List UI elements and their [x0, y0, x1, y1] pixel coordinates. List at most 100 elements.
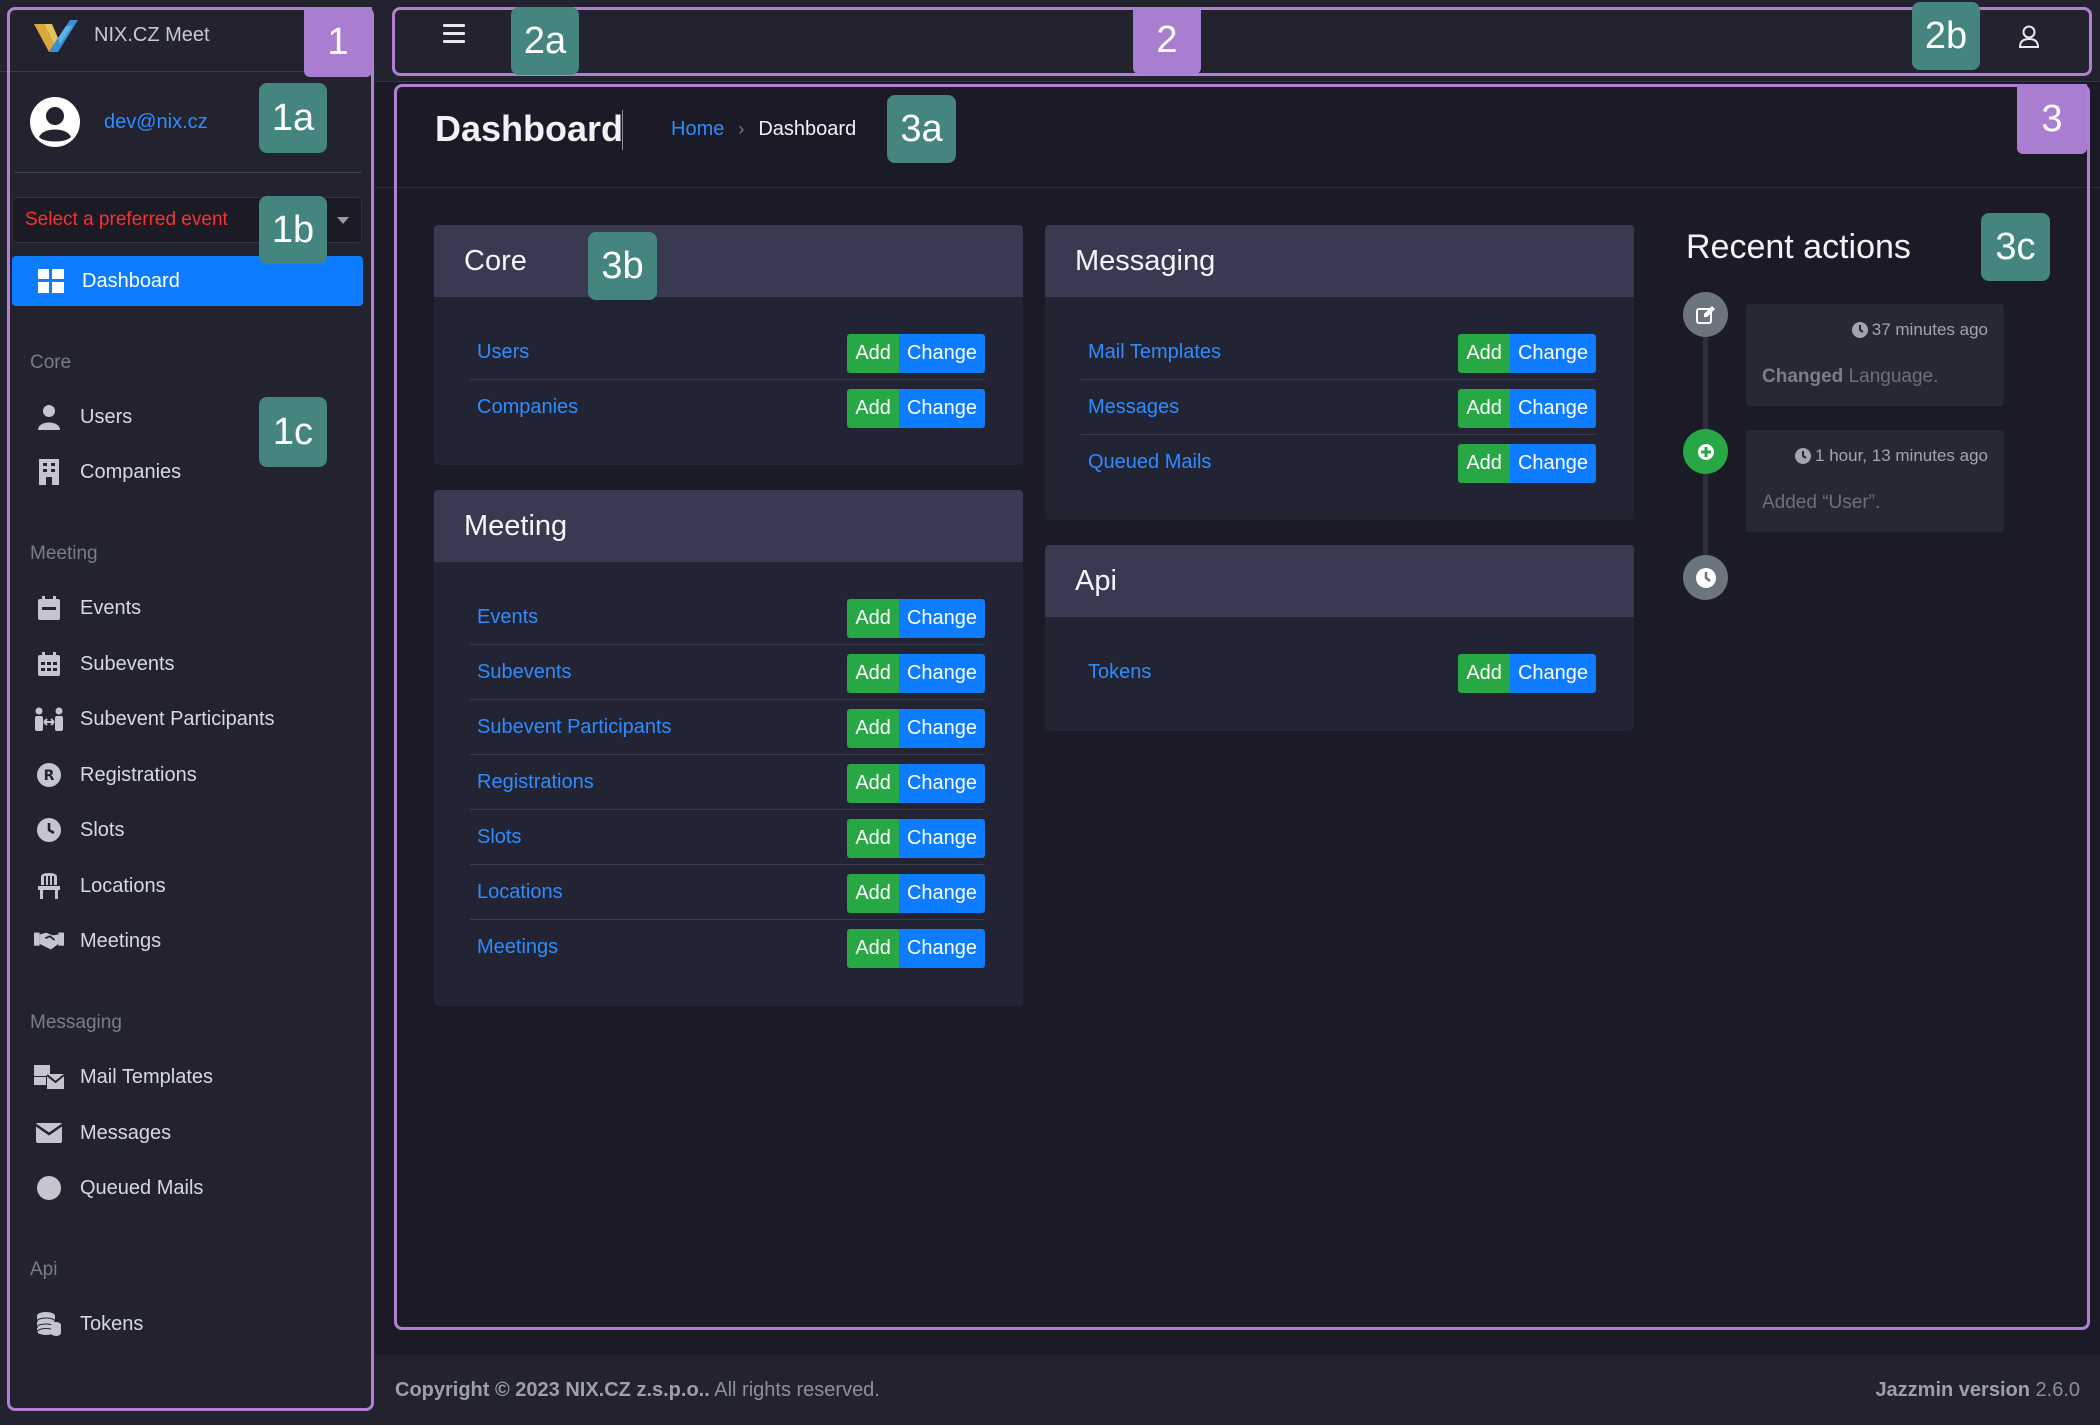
sidebar-item-slots[interactable]: Slots	[34, 810, 354, 850]
sidebar-item-label: Queued Mails	[80, 1176, 204, 1199]
add-button[interactable]: Add	[847, 819, 899, 858]
model-actions: Add Change	[1458, 654, 1596, 693]
change-button[interactable]: Change	[898, 334, 985, 373]
model-link-queued-mails[interactable]: Queued Mails	[1088, 451, 1211, 474]
breadcrumb-separator: ›	[738, 119, 745, 139]
model-link-locations[interactable]: Locations	[477, 881, 563, 904]
sidebar-item-label: Meetings	[80, 929, 162, 952]
clock-icon	[1851, 322, 1868, 338]
sidebar-item-label: Mail Templates	[80, 1065, 214, 1088]
sidebar-item-subevents[interactable]: Subevents	[34, 644, 354, 684]
annotation-tag: 2	[1133, 7, 1201, 74]
annotation-tag: 1c	[259, 397, 327, 467]
add-button[interactable]: Add	[847, 389, 899, 428]
change-button[interactable]: Change	[898, 929, 985, 968]
model-link-messages[interactable]: Messages	[1088, 396, 1179, 419]
sidebar-item-meetings[interactable]: Meetings	[34, 921, 354, 961]
add-button[interactable]: Add	[1458, 444, 1510, 483]
model-link-meetings[interactable]: Meetings	[477, 936, 558, 959]
sidebar-item-queued-mails[interactable]: Queued Mails	[34, 1168, 354, 1208]
brand-logo-icon	[34, 19, 78, 52]
sidebar-item-registrations[interactable]: R Registrations	[34, 755, 354, 795]
sidebar-header-meeting: Meeting	[30, 543, 98, 564]
sidebar-header-core: Core	[30, 352, 72, 373]
change-button[interactable]: Change	[1509, 444, 1596, 483]
change-button[interactable]: Change	[898, 764, 985, 803]
annotation-tag: 2a	[511, 7, 579, 75]
sidebar-item-label: Users	[80, 405, 133, 428]
divider	[14, 172, 362, 173]
circle-icon	[34, 1173, 64, 1203]
add-button[interactable]: Add	[1458, 654, 1510, 693]
model-actions: Add Change	[847, 334, 985, 373]
change-button[interactable]: Change	[898, 819, 985, 858]
calendar-icon	[34, 593, 64, 623]
sidebar-header-messaging: Messaging	[30, 1012, 122, 1033]
sidebar-item-locations[interactable]: Locations	[34, 866, 354, 906]
model-link-companies[interactable]: Companies	[477, 396, 578, 419]
change-button[interactable]: Change	[1509, 389, 1596, 428]
model-link-subevent-participants[interactable]: Subevent Participants	[477, 716, 672, 739]
sidebar-item-mail-templates[interactable]: Mail Templates	[34, 1057, 354, 1097]
annotation-tag: 1	[304, 7, 372, 77]
user-avatar-icon	[30, 97, 80, 147]
breadcrumb-home-link[interactable]: Home	[671, 118, 724, 141]
change-button[interactable]: Change	[898, 389, 985, 428]
change-button[interactable]: Change	[1509, 654, 1596, 693]
change-button[interactable]: Change	[898, 654, 985, 693]
recent-action-text: Added “User”.	[1762, 492, 1881, 513]
user-email-link[interactable]: dev@nix.cz	[104, 111, 208, 134]
add-button[interactable]: Add	[847, 334, 899, 373]
model-link-mail-templates[interactable]: Mail Templates	[1088, 341, 1221, 364]
sidebar-item-messages[interactable]: Messages	[34, 1113, 354, 1153]
change-button[interactable]: Change	[898, 874, 985, 913]
model-link-users[interactable]: Users	[477, 341, 529, 364]
add-button[interactable]: Add	[1458, 389, 1510, 428]
recent-action-time-text: 1 hour, 13 minutes ago	[1815, 446, 1988, 465]
footer-copyright-owner: Copyright © 2023 NIX.CZ z.s.p.o..	[395, 1378, 710, 1401]
add-button[interactable]: Add	[847, 599, 899, 638]
sidebar-item-label: Registrations	[80, 763, 197, 786]
model-link-events[interactable]: Events	[477, 606, 538, 629]
table-row: Locations Add Change	[470, 865, 985, 920]
user-menu-icon[interactable]	[2014, 22, 2044, 52]
card-title: Messaging	[1045, 225, 1634, 297]
model-actions: Add Change	[847, 819, 985, 858]
table-row: Meetings Add Change	[470, 920, 985, 975]
plus-circle-icon	[1683, 429, 1728, 474]
add-button[interactable]: Add	[1458, 334, 1510, 373]
add-button[interactable]: Add	[847, 709, 899, 748]
recent-action-item: 37 minutes ago Changed Language.	[1746, 304, 2004, 406]
change-button[interactable]: Change	[898, 709, 985, 748]
change-button[interactable]: Change	[1509, 334, 1596, 373]
svg-text:R: R	[44, 768, 55, 784]
sidebar-item-label: Subevents	[80, 652, 175, 675]
model-actions: Add Change	[847, 389, 985, 428]
change-button[interactable]: Change	[898, 599, 985, 638]
registered-icon: R	[34, 760, 64, 790]
add-button[interactable]: Add	[847, 764, 899, 803]
footer-copyright-rest: All rights reserved.	[709, 1378, 880, 1401]
model-link-slots[interactable]: Slots	[477, 826, 521, 849]
add-button[interactable]: Add	[847, 929, 899, 968]
model-link-subevents[interactable]: Subevents	[477, 661, 572, 684]
model-list: Mail Templates Add Change Messages Add C…	[1045, 297, 1634, 490]
hamburger-menu-icon[interactable]	[443, 24, 465, 46]
footer: Copyright © 2023 NIX.CZ z.s.p.o.. All ri…	[375, 1355, 2100, 1425]
sidebar-item-events[interactable]: Events	[34, 588, 354, 628]
sidebar-item-subevent-participants[interactable]: Subevent Participants	[34, 699, 354, 739]
model-actions: Add Change	[1458, 334, 1596, 373]
model-actions: Add Change	[847, 764, 985, 803]
footer-copyright: Copyright © 2023 NIX.CZ z.s.p.o.. All ri…	[395, 1379, 880, 1402]
model-link-registrations[interactable]: Registrations	[477, 771, 594, 794]
sidebar-item-tokens[interactable]: Tokens	[34, 1304, 354, 1344]
chair-icon	[34, 871, 64, 901]
sidebar-item-label: Subevent Participants	[80, 707, 275, 730]
model-list: Tokens Add Change	[1045, 617, 1634, 700]
model-list: Users Add Change Companies Add Change	[434, 297, 1023, 435]
sidebar-item-label: Tokens	[80, 1312, 144, 1335]
model-link-tokens[interactable]: Tokens	[1088, 661, 1151, 684]
add-button[interactable]: Add	[847, 874, 899, 913]
add-button[interactable]: Add	[847, 654, 899, 693]
table-row: Subevent Participants Add Change	[470, 700, 985, 755]
